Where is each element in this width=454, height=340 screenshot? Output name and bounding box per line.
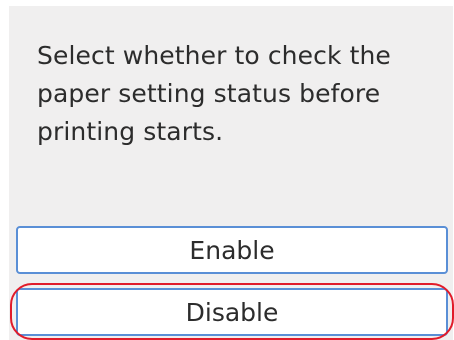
message-line-3: printing starts. [37,117,224,146]
disable-button-label: Disable [185,297,279,327]
enable-button[interactable]: Enable [16,226,448,274]
disable-button[interactable]: Disable [16,288,448,336]
enable-button-label: Enable [189,235,275,265]
message-line-2: paper setting status before [37,79,381,108]
instruction-message: Select whether to check the paper settin… [37,37,437,151]
message-line-1: Select whether to check the [37,41,391,70]
